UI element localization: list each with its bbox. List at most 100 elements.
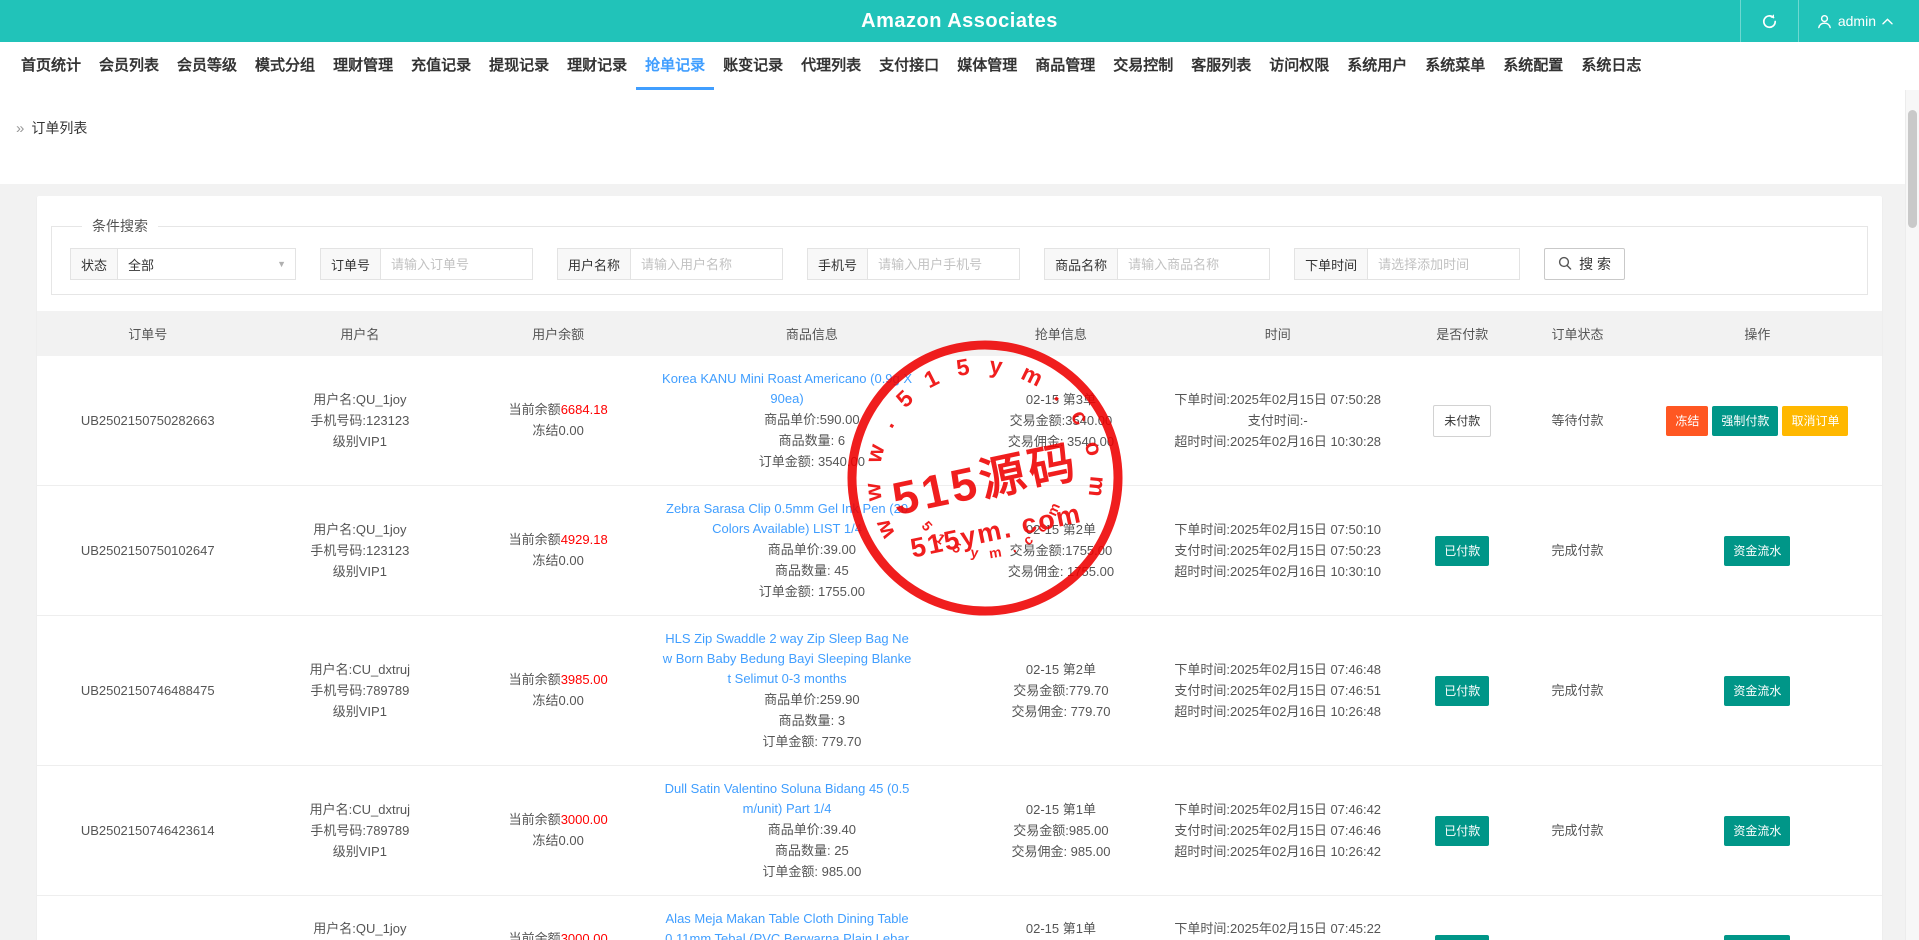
column-header: 商品信息 — [655, 311, 969, 356]
grab-amount: 交易金额:779.70 — [975, 681, 1148, 701]
filter-group: 商品名称 — [1044, 248, 1270, 280]
product-qty: 商品数量: 3 — [661, 711, 963, 731]
filter-input[interactable] — [1118, 248, 1270, 280]
filter-label: 用户名称 — [557, 248, 631, 280]
table-row: UB2502150746488475 用户名:CU_dxtruj 手机号码:78… — [37, 616, 1882, 766]
payment-badge: 已付款 — [1435, 816, 1489, 846]
filter-group: 手机号 — [807, 248, 1020, 280]
status-select[interactable]: 全部 ▼ — [118, 248, 296, 280]
nav-item[interactable]: 抢单记录 — [636, 42, 714, 90]
action-button[interactable]: 取消订单 — [1782, 406, 1848, 436]
nav-item[interactable]: 会员列表 — [90, 42, 168, 90]
nav-item[interactable]: 会员等级 — [168, 42, 246, 90]
action-button[interactable]: 资金流水 — [1724, 676, 1790, 706]
grab-seq: 02-15 第3单 — [975, 390, 1148, 410]
user-level: 级别VIP1 — [264, 842, 455, 862]
action-button[interactable]: 冻结 — [1666, 406, 1708, 436]
nav-item[interactable]: 媒体管理 — [948, 42, 1026, 90]
grab-commission: 交易佣金: 985.00 — [975, 842, 1148, 862]
user-menu[interactable]: admin — [1798, 0, 1919, 42]
filter-input[interactable] — [631, 248, 783, 280]
product-price: 商品单价:39.00 — [661, 540, 963, 560]
column-header: 抢单信息 — [969, 311, 1154, 356]
action-button[interactable]: 强制付款 — [1712, 406, 1778, 436]
grab-commission: 交易佣金: 779.70 — [975, 702, 1148, 722]
orders-table: 订单号用户名用户余额商品信息抢单信息时间是否付款订单状态操作 UB2502150… — [37, 311, 1882, 940]
order-number: UB2502150746423614 — [81, 823, 215, 838]
search-button[interactable]: 搜 索 — [1544, 248, 1625, 280]
order-status: 完成付款 — [1552, 543, 1604, 558]
order-time: 下单时间:2025年02月15日 07:45:22 — [1159, 919, 1396, 939]
order-amount: 订单金额: 779.70 — [661, 732, 963, 752]
nav-item[interactable]: 提现记录 — [480, 42, 558, 90]
nav-item[interactable]: 首页统计 — [12, 42, 90, 90]
timeout-time: 超时时间:2025年02月16日 10:30:10 — [1159, 562, 1396, 582]
status-value: 全部 — [128, 255, 154, 274]
filter-label: 下单时间 — [1294, 248, 1368, 280]
action-button[interactable]: 资金流水 — [1724, 935, 1790, 940]
column-header: 订单状态 — [1522, 311, 1633, 356]
nav-item[interactable]: 支付接口 — [870, 42, 948, 90]
product-qty: 商品数量: 6 — [661, 431, 963, 451]
product-link[interactable]: Alas Meja Makan Table Cloth Dining Table… — [661, 909, 913, 940]
balance-amount: 3985.00 — [561, 672, 608, 687]
user-phone: 手机号码:123123 — [264, 541, 455, 561]
table-row: UB2502150750102647 用户名:QU_1joy 手机号码:1231… — [37, 486, 1882, 616]
row-actions: 资金流水 — [1633, 766, 1882, 896]
product-link[interactable]: Dull Satin Valentino Soluna Bidang 45 (0… — [661, 779, 913, 819]
grab-seq: 02-15 第1单 — [975, 919, 1148, 939]
scrollbar-thumb[interactable] — [1908, 110, 1917, 228]
filter-input[interactable] — [1368, 248, 1520, 280]
product-link[interactable]: Korea KANU Mini Roast Americano (0.9g X … — [661, 369, 913, 409]
status-filter: 状态 全部 ▼ — [70, 248, 296, 280]
nav-item[interactable]: 客服列表 — [1182, 42, 1260, 90]
user-name: 用户名:QU_1joy — [264, 520, 455, 540]
product-link[interactable]: HLS Zip Swaddle 2 way Zip Sleep Bag New … — [661, 629, 913, 689]
balance-amount: 3000.00 — [561, 931, 608, 940]
nav-item[interactable]: 代理列表 — [792, 42, 870, 90]
order-time: 下单时间:2025年02月15日 07:46:48 — [1159, 660, 1396, 680]
nav-item[interactable]: 访问权限 — [1260, 42, 1338, 90]
payment-badge: 已付款 — [1435, 935, 1489, 940]
nav-item[interactable]: 账变记录 — [714, 42, 792, 90]
nav-item[interactable]: 理财管理 — [324, 42, 402, 90]
column-header: 操作 — [1633, 311, 1882, 356]
scrollbar-track[interactable] — [1905, 90, 1919, 940]
grab-seq: 02-15 第2单 — [975, 520, 1148, 540]
filter-label: 商品名称 — [1044, 248, 1118, 280]
pay-time: 支付时间:- — [1159, 411, 1396, 431]
nav-item[interactable]: 系统菜单 — [1416, 42, 1494, 90]
breadcrumb: »订单列表 — [0, 90, 1919, 184]
nav-item[interactable]: 交易控制 — [1104, 42, 1182, 90]
nav-item[interactable]: 充值记录 — [402, 42, 480, 90]
user-balance: 当前余额6684.18 — [467, 400, 649, 420]
search-fieldset: 条件搜索 状态 全部 ▼ 订单号用户名称手机号商品名称下单时间 — [51, 216, 1868, 295]
user-name: 用户名:CU_dxtruj — [264, 800, 455, 820]
column-header: 是否付款 — [1402, 311, 1522, 356]
payment-badge: 已付款 — [1435, 676, 1489, 706]
nav-item[interactable]: 商品管理 — [1026, 42, 1104, 90]
order-status: 等待付款 — [1552, 413, 1604, 428]
order-number: UB2502150750102647 — [81, 543, 215, 558]
filter-input[interactable] — [868, 248, 1020, 280]
nav-item[interactable]: 理财记录 — [558, 42, 636, 90]
filter-row: 状态 全部 ▼ 订单号用户名称 手机号商品名称 下单时间 搜 索 — [62, 248, 1857, 280]
pay-time: 支付时间:2025年02月15日 07:46:51 — [1159, 681, 1396, 701]
product-qty: 商品数量: 45 — [661, 561, 963, 581]
filter-group: 订单号 — [320, 248, 533, 280]
timeout-time: 超时时间:2025年02月16日 10:26:48 — [1159, 702, 1396, 722]
nav-item[interactable]: 模式分组 — [246, 42, 324, 90]
nav-item[interactable]: 系统配置 — [1494, 42, 1572, 90]
product-link[interactable]: Zebra Sarasa Clip 0.5mm Gel Ink Pen (20 … — [661, 499, 913, 539]
action-button[interactable]: 资金流水 — [1724, 536, 1790, 566]
nav-item[interactable]: 系统日志 — [1572, 42, 1650, 90]
refresh-button[interactable] — [1740, 0, 1798, 42]
action-button[interactable]: 资金流水 — [1724, 816, 1790, 846]
app-header: Amazon Associates admin — [0, 0, 1919, 42]
filter-input[interactable] — [381, 248, 533, 280]
column-header: 用户余额 — [461, 311, 655, 356]
order-time: 下单时间:2025年02月15日 07:46:42 — [1159, 800, 1396, 820]
order-amount: 订单金额: 1755.00 — [661, 582, 963, 602]
product-qty: 商品数量: 25 — [661, 841, 963, 861]
nav-item[interactable]: 系统用户 — [1338, 42, 1416, 90]
